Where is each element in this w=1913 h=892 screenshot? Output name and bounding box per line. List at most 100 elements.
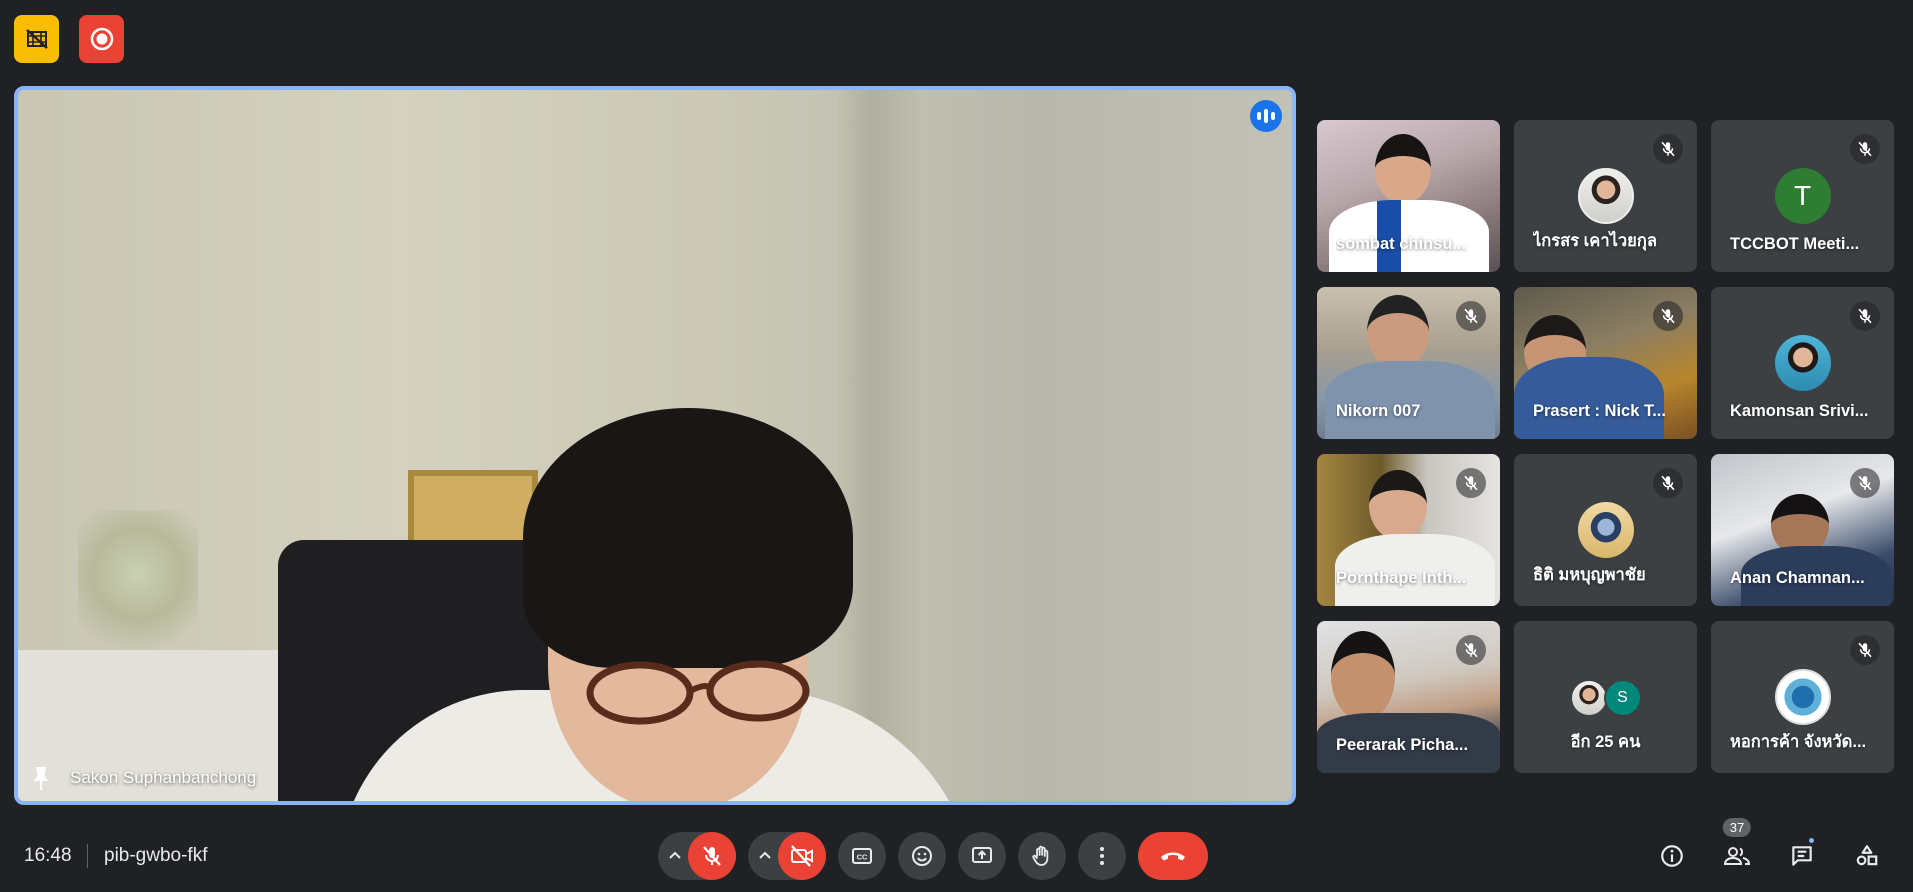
participant-video-body: [1325, 361, 1495, 439]
closed-captions-icon: CC: [852, 848, 872, 864]
participant-name: หอการค้า จังหวัด...: [1730, 733, 1867, 751]
main-speaker-name: Sakon Suphanbanchong: [70, 768, 257, 787]
participant-avatar: [1569, 679, 1608, 717]
speaking-indicator-icon: [1250, 100, 1282, 132]
hand-icon: [1032, 845, 1049, 866]
participant-video: [1367, 295, 1429, 369]
participant-avatar: [1577, 502, 1634, 558]
participant-avatar: T: [1774, 168, 1831, 224]
participant-avatar: [1577, 168, 1634, 224]
leave-call-button[interactable]: [1138, 832, 1208, 880]
mic-off-icon: [1850, 635, 1880, 665]
people-button[interactable]: 37: [1713, 818, 1761, 880]
audio-settings-button[interactable]: [662, 832, 688, 880]
participant-tile[interactable]: Anan Chamnan...: [1711, 454, 1894, 606]
more-participants-tile[interactable]: S อีก 25 คน: [1514, 621, 1697, 773]
activities-button[interactable]: [1843, 832, 1891, 880]
present-screen-button[interactable]: [958, 832, 1006, 880]
participant-tile[interactable]: ธิติ มหบุญพาชัย: [1514, 454, 1697, 606]
video-off-icon: [791, 845, 813, 867]
mic-off-icon: [703, 846, 721, 866]
participant-tile[interactable]: Pornthape Inth...: [1317, 454, 1500, 606]
mic-off-icon: [1456, 635, 1486, 665]
participant-tile[interactable]: Peerarak Picha...: [1317, 621, 1500, 773]
participant-name: ธิติ มหบุญพาชัย: [1533, 566, 1646, 584]
chat-button[interactable]: [1778, 832, 1826, 880]
mic-control-group: [658, 832, 736, 880]
mic-off-icon: [1850, 468, 1880, 498]
participant-tile[interactable]: Prasert : Nick T...: [1514, 287, 1697, 439]
camera-control-group: [748, 832, 826, 880]
participant-video: [1331, 631, 1395, 721]
chevron-up-icon: [759, 851, 771, 859]
participant-video: [1375, 134, 1431, 204]
divider: [87, 844, 88, 868]
video-settings-button[interactable]: [752, 832, 778, 880]
participant-name: ไกรสร เคาไวยกุล: [1533, 232, 1657, 250]
no-video-feed-indicator[interactable]: [14, 15, 59, 63]
captions-button[interactable]: CC: [838, 832, 886, 880]
participant-tile[interactable]: ไกรสร เคาไวยกุล: [1514, 120, 1697, 272]
info-icon: [1661, 845, 1683, 867]
more-participants-avatars: S: [1569, 679, 1642, 717]
recording-indicator[interactable]: [79, 15, 124, 63]
present-screen-icon: [972, 847, 992, 863]
background-wall: [838, 90, 918, 801]
microphone-toggle-button[interactable]: [688, 832, 736, 880]
people-icon: [1723, 847, 1751, 865]
more-participants-label: อีก 25 คน: [1570, 733, 1641, 751]
mic-off-icon: [1850, 301, 1880, 331]
speaker-glasses: [586, 660, 810, 725]
participant-name: Kamonsan Srivi...: [1730, 402, 1869, 420]
participant-name: TCCBOT Meeti...: [1730, 235, 1860, 253]
participant-tile[interactable]: หอการค้า จังหวัด...: [1711, 621, 1894, 773]
notification-dot: [1807, 836, 1816, 845]
smiley-icon: [912, 846, 932, 866]
shapes-icon: [1856, 845, 1878, 866]
chat-icon: [1792, 846, 1812, 866]
mic-off-icon: [1456, 301, 1486, 331]
bottom-toolbar: 16:48 pib-gwbo-fkf CC 37: [0, 818, 1913, 882]
top-status-badges: [14, 15, 124, 63]
meeting-time: 16:48: [24, 845, 72, 866]
hang-up-icon: [1161, 852, 1185, 861]
more-vert-icon: [1100, 847, 1104, 865]
participant-name: Pornthape Inth...: [1336, 569, 1467, 587]
mic-off-icon: [1653, 468, 1683, 498]
camera-toggle-button[interactable]: [778, 832, 826, 880]
mic-off-icon: [1653, 134, 1683, 164]
call-controls: CC: [658, 832, 1208, 880]
main-speaker-tile[interactable]: Sakon Suphanbanchong: [14, 86, 1296, 805]
participant-name: Peerarak Picha...: [1336, 736, 1469, 754]
participant-video: [1369, 470, 1427, 540]
participant-avatar: S: [1603, 679, 1642, 717]
speaker-hair: [523, 408, 853, 668]
participant-name: Nikorn 007: [1336, 402, 1421, 420]
film-off-icon: [25, 29, 48, 49]
participant-avatar: [1774, 669, 1831, 725]
raise-hand-button[interactable]: [1018, 832, 1066, 880]
participant-video-body: [1514, 357, 1664, 439]
chevron-up-icon: [669, 851, 681, 859]
meeting-code: pib-gwbo-fkf: [104, 845, 208, 866]
participant-name: Anan Chamnan...: [1730, 569, 1865, 587]
participant-tile[interactable]: T TCCBOT Meeti...: [1711, 120, 1894, 272]
participant-grid: sombat chinsu... ไกรสร เคาไวยกุล T TCCBO…: [1317, 120, 1894, 773]
mic-off-icon: [1653, 301, 1683, 331]
meeting-details-button[interactable]: [1648, 832, 1696, 880]
side-panel-controls: 37: [1648, 818, 1891, 880]
reactions-button[interactable]: [898, 832, 946, 880]
participant-tile[interactable]: Kamonsan Srivi...: [1711, 287, 1894, 439]
background-plant: [78, 510, 198, 670]
mic-off-icon: [1850, 134, 1880, 164]
more-options-button[interactable]: [1078, 832, 1126, 880]
participant-tile[interactable]: sombat chinsu...: [1317, 120, 1500, 272]
participant-avatar: [1774, 335, 1831, 391]
pin-icon[interactable]: [30, 765, 52, 791]
participant-tile[interactable]: Nikorn 007: [1317, 287, 1500, 439]
svg-text:CC: CC: [857, 853, 868, 862]
record-icon: [90, 27, 113, 51]
participant-name: sombat chinsu...: [1336, 235, 1467, 253]
mic-off-icon: [1456, 468, 1486, 498]
participant-name: Prasert : Nick T...: [1533, 402, 1666, 420]
